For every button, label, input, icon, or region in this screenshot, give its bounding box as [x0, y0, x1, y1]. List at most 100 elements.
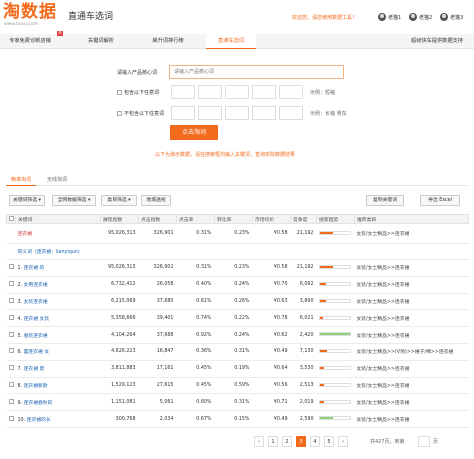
- include-word-input-1[interactable]: [171, 85, 195, 99]
- row-checkbox[interactable]: [8, 348, 14, 354]
- row-checkbox[interactable]: [8, 314, 14, 320]
- row-checkbox-cell[interactable]: [6, 326, 16, 344]
- row-checkbox-cell[interactable]: [6, 360, 16, 378]
- search-button[interactable]: 点击淘词: [170, 125, 218, 140]
- keyword-link[interactable]: 连衣裙 女装: [24, 317, 50, 322]
- row-checkbox[interactable]: [8, 281, 14, 287]
- row-cvr: 0.19%: [214, 360, 253, 378]
- row-cvr: 0.22%: [214, 309, 253, 328]
- row-checkbox-cell[interactable]: [6, 259, 16, 277]
- table-row[interactable]: 6. 蕾连衣裙 女 4,626,223 16,847 0.36% 0.31% ¥0.49 7…: [6, 343, 469, 361]
- page-4[interactable]: 4: [310, 436, 320, 447]
- page-2[interactable]: 2: [282, 436, 292, 447]
- keyword-filter-button[interactable]: 关键词筛选 ▾: [9, 195, 45, 206]
- category-filter-button[interactable]: 类目筛选 ▾: [101, 195, 137, 206]
- col-header-trend[interactable]: 搜索趋势: [316, 214, 355, 224]
- keyword-link[interactable]: 女用连衣裙: [24, 283, 48, 288]
- page-5[interactable]: 5: [324, 436, 334, 447]
- nav-keyword-analysis[interactable]: 关键词解析: [76, 34, 126, 49]
- nav-ztc-keyword[interactable]: 直通车选词: [206, 34, 256, 49]
- export-excel-button[interactable]: 导出 Excel: [420, 195, 460, 206]
- table-row[interactable]: 4. 连衣裙 女装 5,358,666 39,401 0.74% 0.22% ¥0.78 6…: [6, 309, 469, 328]
- include-checkbox[interactable]: [117, 90, 122, 95]
- row-price: ¥0.78: [252, 309, 291, 328]
- exclude-example: 示例：长袖 男东: [310, 111, 347, 117]
- table-row[interactable]: 10. 连衣裙的长 300,768 2,034 0.67% 0.15% ¥0.49 2,59…: [6, 410, 469, 428]
- row-cvr: 0.59%: [214, 377, 253, 395]
- account-switch-1[interactable]: 老猫1: [378, 12, 401, 22]
- nav-rising-ranking[interactable]: 飙升词排行榜: [142, 34, 194, 49]
- col-header-competition[interactable]: 竞争度: [290, 214, 317, 224]
- row-checkbox[interactable]: [8, 381, 14, 387]
- exclude-word-input-1[interactable]: [171, 106, 195, 120]
- exclude-word-input-3[interactable]: [225, 106, 249, 120]
- include-word-input-5[interactable]: [279, 85, 303, 99]
- exclude-checkbox[interactable]: [117, 111, 122, 116]
- account-switch-3[interactable]: 老猫3: [440, 12, 463, 22]
- keyword-link[interactable]: 连衣裙的长: [27, 418, 51, 423]
- row-checkbox-cell[interactable]: [6, 343, 16, 361]
- summary-keyword[interactable]: 连衣裙: [15, 223, 101, 244]
- prev-page-button[interactable]: ‹: [254, 436, 264, 447]
- keyword-link[interactable]: 连衣裙 夏: [24, 367, 45, 372]
- table-row[interactable]: 7. 连衣裙 夏 3,811,883 17,161 0.45% 0.19% ¥0.64 3,…: [6, 360, 469, 378]
- table-row[interactable]: 3. 女装连衣裙 6,215,069 37,680 0.61% 0.26% ¥0.63 3,…: [6, 293, 469, 311]
- row-checkbox-cell[interactable]: [6, 293, 16, 311]
- table-row[interactable]: 5. 春装连衣裙 4,104,264 37,688 0.92% 0.24% ¥0.62 2,…: [6, 326, 469, 344]
- row-checkbox[interactable]: [8, 415, 14, 421]
- row-checkbox[interactable]: [8, 398, 14, 404]
- keyword-link[interactable]: 连衣裙 的: [24, 266, 45, 271]
- row-checkbox[interactable]: [8, 264, 14, 270]
- exclude-word-input-5[interactable]: [279, 106, 303, 120]
- exclude-word-input-4[interactable]: [252, 106, 276, 120]
- synonym-label[interactable]: 同义词（连衣裙：lianyiqun）: [15, 243, 469, 260]
- keyword-link[interactable]: 蕾连衣裙 女: [24, 350, 50, 355]
- next-page-button[interactable]: ›: [338, 436, 348, 447]
- col-header-ctr[interactable]: 点击率: [176, 214, 215, 224]
- row-category: 女装/女士精品>>连衣裙: [354, 410, 469, 428]
- table-row[interactable]: 8. 连衣裙新款 1,529,123 27,615 0.45% 0.59% ¥0.56 2,…: [6, 377, 469, 395]
- row-checkbox-cell[interactable]: [6, 393, 16, 412]
- account-name: 老猫3: [450, 14, 464, 21]
- row-checkbox[interactable]: [8, 331, 14, 337]
- exclude-word-input-2[interactable]: [198, 106, 222, 120]
- row-competition: 2,590: [290, 410, 317, 428]
- row-checkbox[interactable]: [8, 365, 14, 371]
- col-header-category[interactable]: 推荐类目: [354, 214, 469, 224]
- page-1[interactable]: 1: [268, 436, 278, 447]
- table-row[interactable]: 9. 连衣裙春秋的 1,151,081 5,061 0.60% 0.31% ¥0.71 2,…: [6, 393, 469, 412]
- table-row[interactable]: 2. 女用连衣裙 6,732,412 26,058 0.40% 0.24% ¥0.70 6,…: [6, 276, 469, 294]
- account-switch-2[interactable]: 老猫2: [409, 12, 432, 22]
- page-jump-input[interactable]: [418, 436, 430, 447]
- include-word-input-2[interactable]: [198, 85, 222, 99]
- col-header-clicks[interactable]: 点击指数: [138, 214, 177, 224]
- row-checkbox-cell[interactable]: [6, 276, 16, 294]
- row-checkbox[interactable]: [8, 297, 14, 303]
- col-header-views[interactable]: 展现指数: [100, 214, 139, 224]
- nav-free-diagnosis[interactable]: 专家免费诊断店铺 热: [4, 31, 63, 49]
- logo[interactable]: 淘数据: [3, 2, 57, 22]
- copy-keywords-button[interactable]: 复制关键词: [366, 195, 404, 206]
- tab-wireless[interactable]: 无线淘词: [42, 174, 72, 186]
- row-checkbox-cell[interactable]: [6, 377, 16, 395]
- select-all-checkbox[interactable]: [9, 215, 14, 221]
- include-word-input-3[interactable]: [225, 85, 249, 99]
- nav-data-support[interactable]: 超级快车提供数据支持: [404, 34, 470, 49]
- keyword-link[interactable]: 连衣裙春秋的: [24, 401, 53, 406]
- table-row[interactable]: 1. 连衣裙 的 95,026,313 326,901 0.31% 0.23% ¥0.58…: [6, 259, 469, 277]
- keyword-input[interactable]: [169, 65, 344, 79]
- all-data-filter-button[interactable]: 全网数据筛选 ▾: [52, 195, 96, 206]
- tab-precise[interactable]: 精准淘词: [6, 174, 36, 186]
- keyword-link[interactable]: 女装连衣裙: [24, 300, 48, 305]
- col-header-cvr[interactable]: 转化率: [214, 214, 253, 224]
- col-header-price[interactable]: 市场均价: [252, 214, 291, 224]
- row-checkbox-cell[interactable]: [6, 309, 16, 328]
- select-all-header[interactable]: [6, 214, 16, 224]
- keyword-link[interactable]: 春装连衣裙: [24, 334, 48, 339]
- keyword-link[interactable]: 连衣裙新款: [24, 384, 48, 389]
- include-word-input-4[interactable]: [252, 85, 276, 99]
- row-checkbox-cell[interactable]: [6, 410, 16, 428]
- col-header-keyword[interactable]: 关键词: [15, 214, 101, 224]
- page-3[interactable]: 3: [296, 436, 306, 447]
- region-view-button[interactable]: 地域透视: [141, 195, 171, 206]
